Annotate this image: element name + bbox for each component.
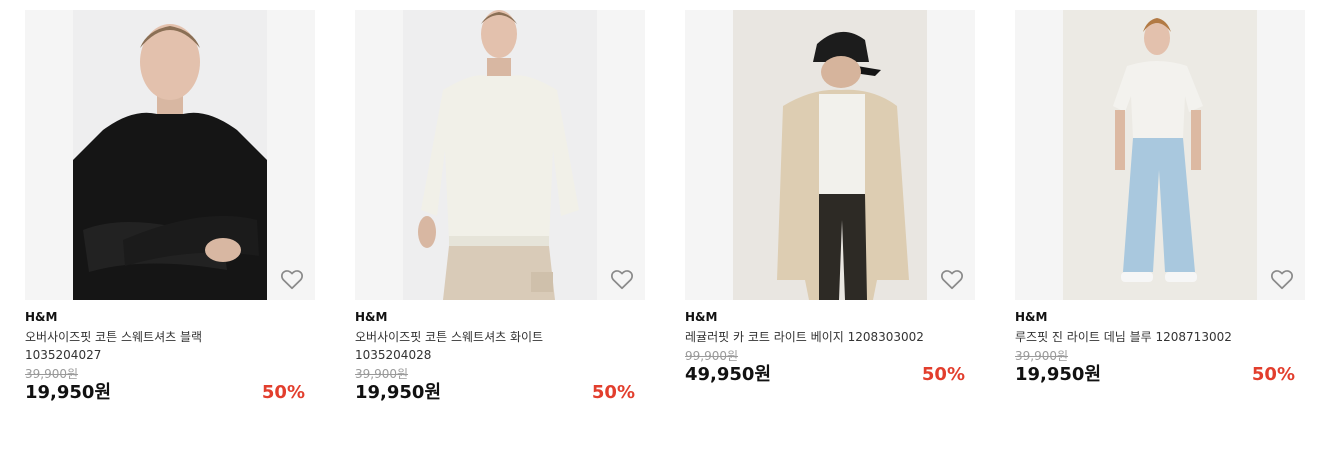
product-image-container[interactable] [685,10,975,300]
product-code: 1035204028 [355,348,432,362]
brand-name: H&M [1015,310,1048,324]
original-price: 39,900원 [1015,349,1069,363]
price-row: 19,950원 50% [1015,363,1295,387]
product-grid: H&M 오버사이즈핏 코튼 스웨트셔츠 블랙 1035204027 39,900… [0,0,1321,452]
product-card[interactable]: H&M 레귤러핏 카 코트 라이트 베이지 1208303002 99,900원… [685,10,975,387]
original-price: 39,900원 [355,367,409,381]
wishlist-heart-icon[interactable] [1269,266,1295,292]
product-image-container[interactable] [355,10,645,300]
sale-price: 49,950원 [685,364,772,385]
product-title-line: 루즈핏 진 라이트 데님 블루 1208713002 [1015,330,1232,344]
discount-rate: 50% [591,382,635,403]
wishlist-heart-icon[interactable] [279,266,305,292]
product-card[interactable]: H&M 오버사이즈핏 코튼 스웨트셔츠 화이트 1035204028 39,90… [355,10,645,405]
product-title[interactable]: 오버사이즈핏 코튼 스웨트셔츠 화이트 1035204028 [355,328,635,364]
discount-rate: 50% [1251,364,1295,385]
original-price: 39,900원 [25,367,79,381]
brand-name: H&M [685,310,718,324]
product-card[interactable]: H&M 오버사이즈핏 코튼 스웨트셔츠 블랙 1035204027 39,900… [25,10,315,405]
brand-name: H&M [355,310,388,324]
price-row: 19,950원 50% [355,381,635,405]
product-title-line: 레귤러핏 카 코트 라이트 베이지 1208303002 [685,330,924,344]
product-image-container[interactable] [25,10,315,300]
original-price: 99,900원 [685,349,739,363]
discount-rate: 50% [921,364,965,385]
product-photo[interactable] [733,10,927,300]
price-row: 19,950원 50% [25,381,305,405]
product-photo[interactable] [1063,10,1257,300]
product-title[interactable]: 루즈핏 진 라이트 데님 블루 1208713002 [1015,328,1295,346]
product-title[interactable]: 레귤러핏 카 코트 라이트 베이지 1208303002 [685,328,965,346]
product-card[interactable]: H&M 루즈핏 진 라이트 데님 블루 1208713002 39,900원 1… [1015,10,1305,387]
product-image-container[interactable] [1015,10,1305,300]
product-title-line: 오버사이즈핏 코튼 스웨트셔츠 화이트 [355,330,544,344]
sale-price: 19,950원 [1015,364,1102,385]
sale-price: 19,950원 [355,382,442,403]
product-photo[interactable] [403,10,597,300]
product-info: H&M 오버사이즈핏 코튼 스웨트셔츠 화이트 1035204028 39,90… [355,300,645,405]
product-title-line: 오버사이즈핏 코튼 스웨트셔츠 블랙 [25,330,203,344]
product-info: H&M 오버사이즈핏 코튼 스웨트셔츠 블랙 1035204027 39,900… [25,300,315,405]
wishlist-heart-icon[interactable] [609,266,635,292]
price-row: 49,950원 50% [685,363,965,387]
product-info: H&M 레귤러핏 카 코트 라이트 베이지 1208303002 99,900원… [685,300,975,387]
discount-rate: 50% [261,382,305,403]
brand-name: H&M [25,310,58,324]
product-photo[interactable] [73,10,267,300]
product-title[interactable]: 오버사이즈핏 코튼 스웨트셔츠 블랙 1035204027 [25,328,305,364]
product-code: 1035204027 [25,348,102,362]
sale-price: 19,950원 [25,382,112,403]
product-info: H&M 루즈핏 진 라이트 데님 블루 1208713002 39,900원 1… [1015,300,1305,387]
wishlist-heart-icon[interactable] [939,266,965,292]
